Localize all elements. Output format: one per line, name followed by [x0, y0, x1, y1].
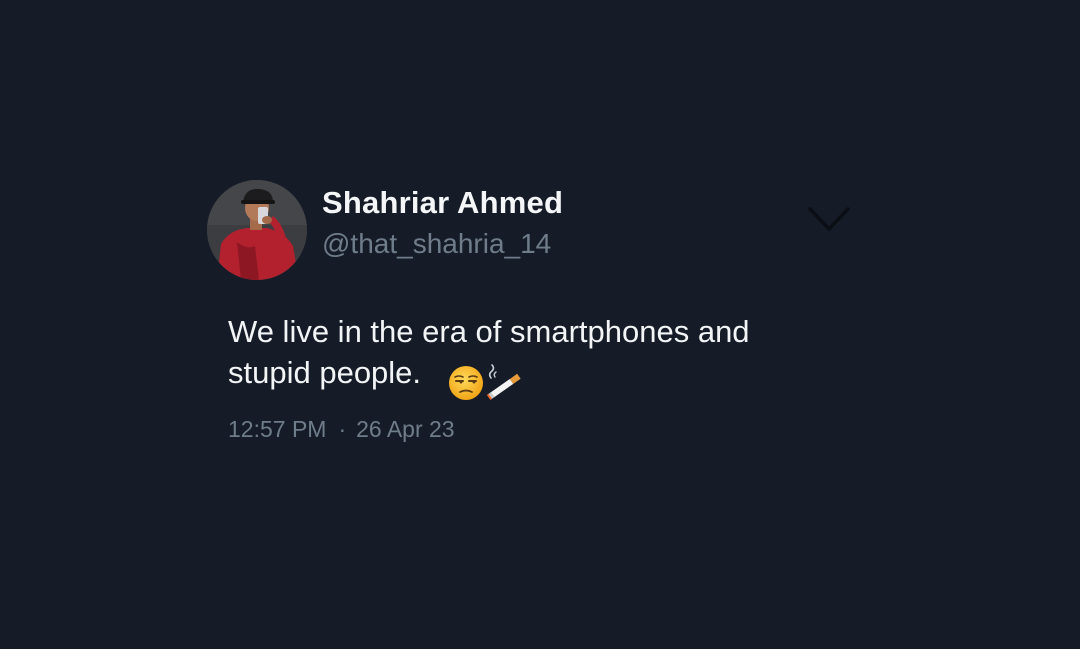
display-name[interactable]: Shahriar Ahmed — [322, 185, 563, 221]
tweet-date: 26 Apr 23 — [356, 416, 455, 442]
tweet-text-line-2-text: stupid people. — [228, 355, 422, 390]
tweet-meta: 12:57 PM · 26 Apr 23 — [228, 416, 455, 443]
unamused-face-icon — [449, 365, 484, 400]
emoji-group — [447, 360, 525, 402]
tweet-text-line-1: We live in the era of smartphones and — [228, 314, 750, 349]
tweet-time: 12:57 PM — [228, 416, 327, 442]
chevron-down-icon[interactable] — [806, 204, 852, 234]
cigarette-icon — [486, 364, 521, 400]
avatar-photo — [207, 180, 307, 280]
avatar[interactable] — [207, 180, 307, 280]
user-handle[interactable]: @that_shahria_14 — [322, 228, 551, 260]
tweet-text: We live in the era of smartphones and st… — [228, 311, 848, 402]
meta-separator: · — [338, 416, 347, 442]
tweet-view: Shahriar Ahmed @that_shahria_14 We live … — [0, 0, 1080, 649]
tweet-text-line-2: stupid people. — [228, 352, 848, 402]
